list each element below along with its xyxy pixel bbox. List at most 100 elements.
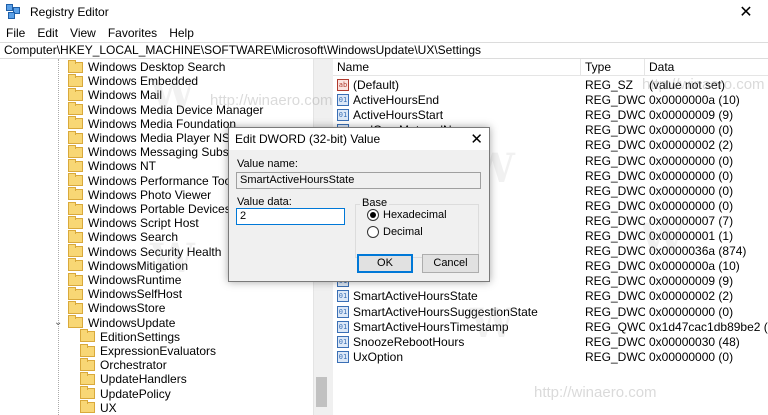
title-bar: Registry Editor ✕ (0, 0, 768, 24)
decimal-radio[interactable]: Decimal (367, 226, 423, 238)
tree-item[interactable]: Windows Media Device Manager (68, 102, 263, 117)
value-name-field: SmartActiveHoursState (236, 172, 481, 189)
tree-item[interactable]: Windows Performance Toolkit (68, 173, 246, 188)
base-label: Base (360, 197, 390, 209)
menu-file[interactable]: File (0, 26, 31, 40)
value-name-cell: SmartActiveHoursState (353, 289, 478, 304)
folder-icon (68, 102, 83, 116)
tree-item[interactable]: Windows Mail (68, 87, 162, 102)
registry-value-row[interactable]: 01 UxOption REG_DWORD 0x00000000 (0) (333, 350, 768, 365)
folder-icon (80, 329, 95, 343)
tree-item[interactable]: UX (80, 400, 117, 415)
tree-item[interactable]: WindowsMitigation (68, 258, 189, 273)
edit-dword-dialog: Edit DWORD (32-bit) Value ✕ Value name: … (228, 127, 490, 282)
registry-value-row[interactable]: ab (Default) REG_SZ (value not set) (333, 78, 768, 93)
tree-item[interactable]: Windows Search (68, 229, 178, 244)
menu-bar: File Edit View Favorites Help (0, 24, 768, 42)
dialog-close-button[interactable]: ✕ (470, 130, 483, 148)
tree-item[interactable]: WindowsStore (68, 300, 166, 316)
tree-item[interactable]: ⌄ WindowsUpdate (54, 315, 175, 330)
value-data-cell: 0x00000000 (0) (649, 183, 734, 198)
menu-help[interactable]: Help (163, 26, 200, 40)
cancel-button[interactable]: Cancel (422, 254, 479, 273)
hexadecimal-radio[interactable]: Hexadecimal (367, 209, 447, 221)
column-header-data[interactable]: Data (645, 59, 768, 76)
value-type-cell: REG_QWO... (585, 319, 645, 334)
registry-value-row[interactable]: 01 ActiveHoursStart REG_DWORD 0x00000009 (9… (333, 108, 768, 123)
value-type-cell: REG_DWORD (585, 229, 645, 243)
folder-icon (80, 386, 95, 400)
tree-item[interactable]: Windows Security Health (68, 244, 221, 259)
value-type-cell: REG_DWORD (585, 183, 645, 198)
tree-item[interactable]: ExpressionEvaluators (80, 343, 216, 358)
menu-edit[interactable]: Edit (31, 26, 64, 40)
folder-icon (68, 201, 83, 215)
tree-item-label: EditionSettings (100, 329, 181, 344)
tree-item[interactable]: UpdatePolicy (80, 386, 171, 401)
column-header-type[interactable]: Type (581, 59, 645, 76)
value-name-cell: SnoozeRebootHours (353, 334, 465, 349)
value-data-cell: 0x00000009 (9) (649, 274, 734, 289)
tree-item-label: WindowsStore (88, 301, 166, 316)
close-window-button[interactable]: ✕ (724, 0, 768, 24)
close-icon: ✕ (470, 131, 483, 148)
value-name-cell: (Default) (353, 78, 400, 92)
expand-chevron-icon[interactable]: ⌄ (54, 317, 62, 328)
tree-item[interactable]: Windows Photo Viewer (68, 187, 212, 202)
folder-icon (68, 187, 83, 201)
value-data-cell: 0x00000007 (7) (649, 213, 734, 228)
value-type-cell: REG_DWORD (585, 334, 645, 349)
binary-value-icon: 01 (337, 320, 349, 333)
tree-scrollbar-thumb[interactable] (316, 377, 327, 407)
registry-value-row[interactable]: 01 SmartActiveHoursState REG_DWORD 0x000000… (333, 289, 768, 304)
tree-item[interactable]: WindowsRuntime (68, 272, 182, 287)
close-icon: ✕ (739, 4, 753, 21)
tree-item[interactable]: Windows Embedded (68, 73, 198, 88)
value-name-cell: SmartActiveHoursTimestamp (353, 319, 509, 334)
value-name-cell: ActiveHoursEnd (353, 93, 440, 108)
value-type-cell: REG_DWORD (585, 93, 645, 108)
value-type-cell: REG_DWORD (585, 138, 645, 153)
tree-item[interactable]: Windows Desktop Search (68, 59, 225, 74)
ok-button[interactable]: OK (357, 254, 413, 273)
tree-item-label: Windows Photo Viewer (88, 187, 212, 202)
tree-item-label: UX (100, 400, 117, 415)
value-data-cell: 0x00000000 (0) (649, 153, 734, 168)
tree-item-label: Windows Script Host (88, 216, 199, 231)
tree-item[interactable]: Windows Media Foundation (68, 116, 236, 131)
registry-value-row[interactable]: 01 SnoozeRebootHours REG_DWORD 0x00000030 (… (333, 335, 768, 350)
value-type-cell: REG_DWORD (585, 153, 645, 168)
registry-value-row[interactable]: 01 SmartActiveHoursTimestamp REG_QWO... 0x1… (333, 320, 768, 335)
column-header-name[interactable]: Name (333, 59, 581, 76)
value-data-cell: 0x00000001 (1) (649, 229, 734, 243)
decimal-label: Decimal (383, 226, 423, 238)
tree-item[interactable]: EditionSettings (80, 329, 181, 344)
registry-value-row[interactable]: 01 ActiveHoursEnd REG_DWORD 0x0000000a (10) (333, 93, 768, 108)
tree-item[interactable]: UpdateHandlers (80, 371, 187, 386)
value-type-cell: REG_DWORD (585, 123, 645, 138)
value-type-cell: REG_DWORD (585, 198, 645, 213)
window-title: Registry Editor (30, 5, 109, 19)
value-name-cell: SmartActiveHoursSuggestionState (353, 304, 538, 319)
binary-value-icon: 01 (337, 290, 349, 303)
dialog-title-bar: Edit DWORD (32-bit) Value ✕ (229, 128, 489, 150)
menu-favorites[interactable]: Favorites (102, 26, 163, 40)
value-data-cell: 0x00000000 (0) (649, 304, 734, 319)
tree-item[interactable]: WindowsSelfHost (68, 286, 182, 301)
folder-icon (68, 315, 83, 329)
menu-view[interactable]: View (64, 26, 102, 40)
tree-item-label: WindowsMitigation (88, 258, 189, 273)
value-type-cell: REG_DWORD (585, 168, 645, 183)
tree-item[interactable]: Windows Media Player NSS (68, 130, 238, 145)
folder-icon (68, 130, 83, 144)
tree-item-label: WindowsRuntime (88, 273, 182, 287)
address-bar[interactable]: Computer\HKEY_LOCAL_MACHINE\SOFTWARE\Mic… (0, 42, 768, 59)
tree-item[interactable]: Windows Portable Devices (68, 201, 231, 216)
tree-item[interactable]: Orchestrator (80, 357, 167, 372)
tree-item[interactable]: Windows Script Host (68, 215, 199, 231)
registry-value-row[interactable]: 01 SmartActiveHoursSuggestionState REG_DWO… (333, 305, 768, 320)
folder-icon (68, 258, 83, 272)
tree-item[interactable]: Windows NT (68, 158, 156, 173)
value-data-input[interactable]: 2 (236, 208, 345, 225)
folder-icon (80, 343, 95, 357)
